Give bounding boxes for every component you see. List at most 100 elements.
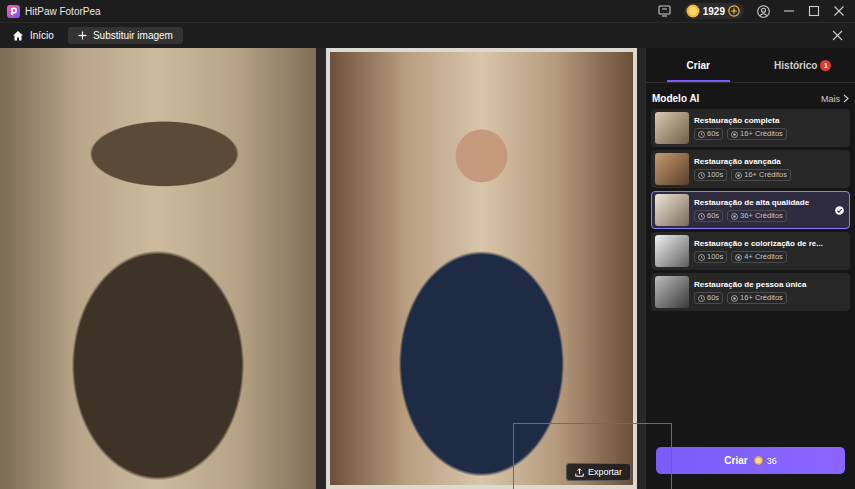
credit-icon [735,254,742,261]
app-title: HitPaw FotorPea [25,6,101,17]
credits-label: 16+ Créditos [744,170,787,180]
screen-icon[interactable] [658,5,671,17]
home-button[interactable]: Início [12,30,54,41]
credits-tag: 4+ Créditos [731,251,787,263]
close-window-icon[interactable] [833,5,845,17]
credits-label: 36+ Créditos [740,211,783,221]
coin-balance[interactable]: 1929 [684,3,744,19]
credits-tag: 16+ Créditos [727,128,787,140]
canvas: Exportar [0,48,645,489]
side-panel: Criar Histórico1 Modelo AI Mais Restauração … [645,48,855,489]
time-tag: 60s [694,292,723,304]
app-logo-icon [7,5,20,18]
replace-image-button[interactable]: Substituir imagem [68,27,183,44]
brand: HitPaw FotorPea [7,5,101,18]
model-title: Restauração e colorização de re... [694,239,844,249]
coin-count: 1929 [703,6,725,17]
plus-icon [78,31,87,40]
close-icon[interactable] [832,30,843,41]
home-label: Início [30,30,54,41]
tab-label: Criar [687,60,710,71]
clock-icon [698,295,705,302]
title-bar: HitPaw FotorPea 1929 [0,0,855,22]
create-button[interactable]: Criar 36 [656,447,845,474]
tab[interactable]: Criar [646,48,751,82]
app-window: HitPaw FotorPea 1929 Início Substituir imag… [0,0,855,489]
highlight-annotation [513,423,672,489]
model-list: Restauração completa60s16+ CréditosResta… [646,109,855,311]
model-meta: 60s 36+ Créditos [694,210,830,222]
minimize-icon[interactable] [783,5,795,17]
coin-icon [686,4,700,18]
time-tag: 60s [694,128,723,140]
section-header: Modelo AI Mais [646,83,855,109]
more-link[interactable]: Mais [821,94,849,104]
model-title: Restauração de pessoa única [694,280,844,290]
credit-icon [731,295,738,302]
model-thumbnail [655,112,689,144]
model-card[interactable]: Restauração de alta qualidade 60s 36+ Créd… [651,191,850,229]
credit-icon [731,213,738,220]
create-cost: 36 [767,456,777,466]
model-card[interactable]: Restauração completa 60s 16+ Créditos [651,109,850,147]
section-title: Modelo AI [652,93,699,104]
model-body: Restauração avançada 100s 16+ Créditos [694,157,844,182]
model-title: Restauração de alta qualidade [694,198,830,208]
model-title: Restauração completa [694,116,844,126]
tab-label: Histórico [774,60,817,71]
restored-photo: Exportar [326,48,637,489]
model-body: Restauração completa 60s 16+ Créditos [694,116,844,141]
model-thumbnail [655,194,689,226]
main-area: Exportar Criar Histórico1 Modelo AI Mais Rest… [0,48,855,489]
original-photo [0,48,316,489]
model-meta: 60s 16+ Créditos [694,292,844,304]
time-label: 100s [707,170,723,180]
model-title: Restauração avançada [694,157,844,167]
time-label: 100s [707,252,723,262]
home-icon [12,30,24,41]
maximize-icon[interactable] [808,5,820,17]
model-thumbnail [655,235,689,267]
clock-icon [698,213,705,220]
credits-label: 4+ Créditos [744,252,783,262]
clock-icon [698,254,705,261]
credits-label: 16+ Créditos [740,293,783,303]
export-icon [575,468,584,477]
add-coins-icon[interactable] [728,5,740,17]
credit-icon [731,131,738,138]
model-meta: 100s 16+ Créditos [694,169,844,181]
model-card[interactable]: Restauração e colorização de re... 100s 4+… [651,232,850,270]
credits-tag: 36+ Créditos [727,210,787,222]
export-label: Exportar [588,467,622,477]
user-icon[interactable] [757,5,770,18]
model-body: Restauração e colorização de re... 100s 4+… [694,239,844,264]
model-card[interactable]: Restauração de pessoa única 60s 16+ Crédit… [651,273,850,311]
model-body: Restauração de pessoa única 60s 16+ Crédit… [694,280,844,305]
tab[interactable]: Histórico1 [751,48,855,82]
toolbar: Início Substituir imagem [0,22,855,48]
check-icon [835,206,844,215]
tab-badge: 1 [820,60,831,71]
title-actions: 1929 [658,3,845,19]
credits-tag: 16+ Créditos [727,292,787,304]
time-label: 60s [707,293,719,303]
model-meta: 60s 16+ Créditos [694,128,844,140]
model-card[interactable]: Restauração avançada 100s 16+ Créditos [651,150,850,188]
more-label: Mais [821,94,840,104]
time-tag: 60s [694,210,723,222]
time-label: 60s [707,211,719,221]
coin-icon [754,456,763,465]
create-label: Criar [724,455,747,466]
clock-icon [698,131,705,138]
credits-label: 16+ Créditos [740,129,783,139]
replace-image-label: Substituir imagem [93,30,173,41]
model-body: Restauração de alta qualidade 60s 36+ Créd… [694,198,830,223]
model-thumbnail [655,153,689,185]
export-button[interactable]: Exportar [566,463,631,481]
model-thumbnail [655,276,689,308]
tabs: Criar Histórico1 [646,48,855,83]
time-tag: 100s [694,169,727,181]
time-label: 60s [707,129,719,139]
credits-tag: 16+ Créditos [731,169,791,181]
credit-icon [735,172,742,179]
